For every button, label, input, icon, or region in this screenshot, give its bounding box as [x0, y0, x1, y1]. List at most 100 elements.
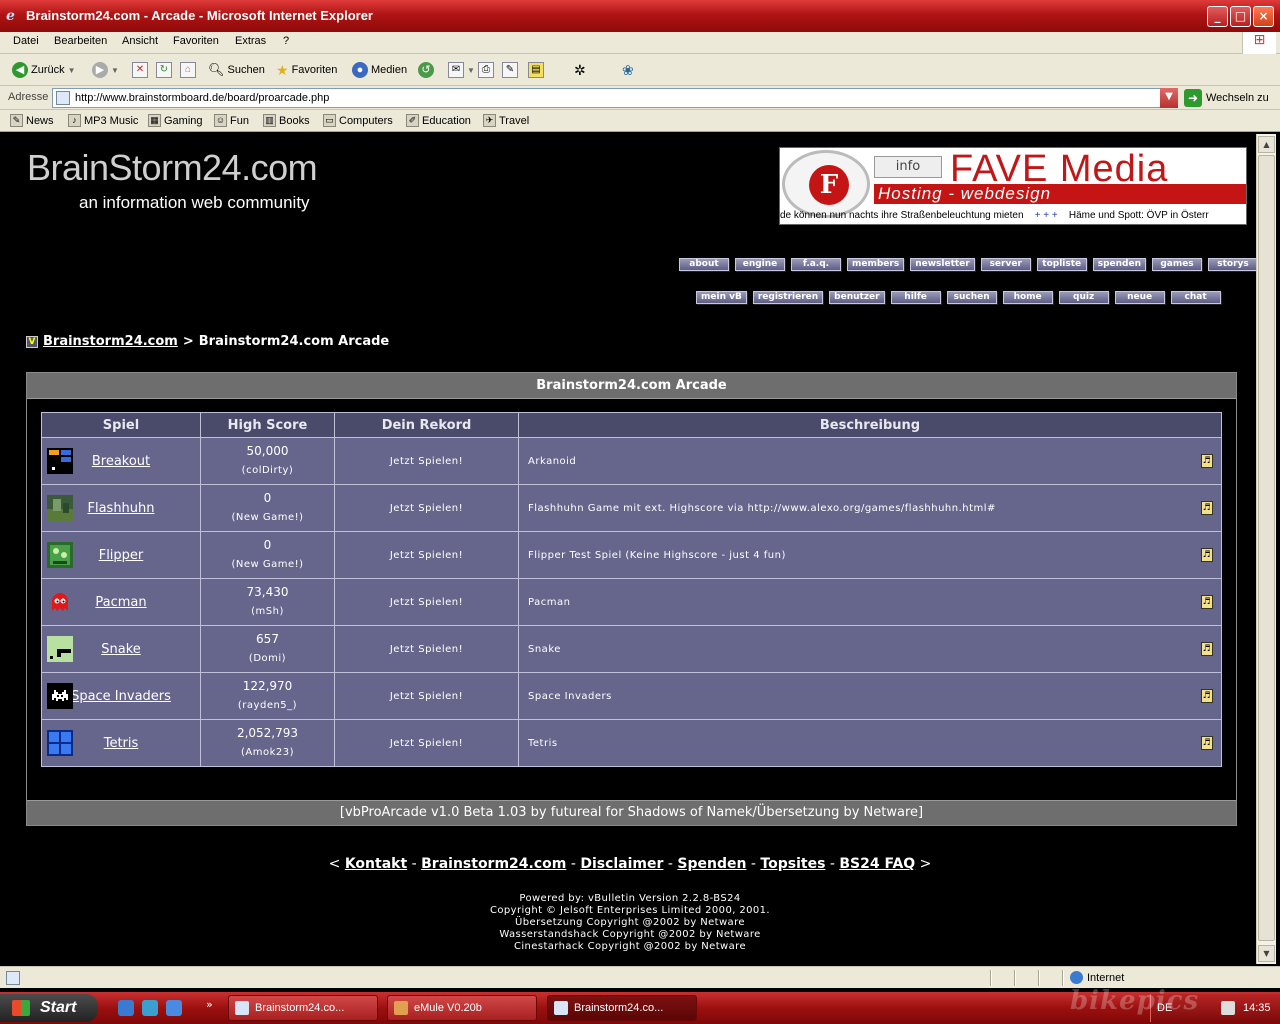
game-link-snake[interactable]: Snake: [101, 642, 141, 657]
menu-help[interactable]: ?: [283, 35, 289, 47]
go-button[interactable]: ➜ Wechseln zu: [1184, 89, 1269, 107]
address-url[interactable]: http://www.brainstormboard.de/board/proa…: [75, 92, 329, 104]
nav-suchen-button[interactable]: suchen: [946, 291, 997, 304]
snake-icon[interactable]: [47, 636, 73, 662]
taskbar-brainstorm-window-1[interactable]: Brainstorm24.co...: [228, 995, 378, 1021]
mail-dropdown-icon[interactable]: ▼: [467, 66, 475, 75]
menu-bearbeiten[interactable]: Bearbeiten: [54, 35, 107, 47]
flashhuhn-icon[interactable]: [47, 495, 73, 521]
nav-benutzer-button[interactable]: benutzer: [829, 291, 885, 304]
nav-home-button[interactable]: home: [1002, 291, 1053, 304]
highscore-list-icon[interactable]: ♬: [1201, 689, 1213, 703]
flipper-icon[interactable]: [47, 542, 73, 568]
close-button[interactable]: ×: [1253, 6, 1274, 27]
game-link-flipper[interactable]: Flipper: [99, 548, 144, 563]
stop-button[interactable]: ✕: [132, 61, 148, 79]
media-button[interactable]: ● Medien: [352, 61, 407, 79]
nav-registrieren-button[interactable]: registrieren: [752, 291, 824, 304]
print-button[interactable]: ⎙: [478, 61, 494, 79]
pacman-ghost-icon[interactable]: [47, 589, 73, 615]
back-dropdown-icon[interactable]: ▼: [68, 66, 76, 75]
history-button[interactable]: ↺: [418, 61, 434, 79]
nav-about-button[interactable]: about: [679, 258, 729, 271]
footer-link-spenden[interactable]: Spenden: [677, 856, 746, 872]
highscore-list-icon[interactable]: ♬: [1201, 454, 1213, 468]
game-link-space-invaders[interactable]: Space Invaders: [71, 689, 171, 704]
game-link-tetris[interactable]: Tetris: [104, 736, 139, 751]
space-invader-icon[interactable]: [47, 683, 73, 709]
banner-news-ticker[interactable]: de können nun nachts ihre Straßenbeleuch…: [780, 210, 1246, 224]
banner-info-button[interactable]: info: [874, 156, 942, 178]
footer-link-topsites[interactable]: Topsites: [760, 856, 825, 872]
clock[interactable]: 14:35: [1243, 1002, 1271, 1014]
nav-neue-button[interactable]: neue: [1114, 291, 1165, 304]
scroll-up-button[interactable]: ▲: [1258, 136, 1275, 153]
link-travel[interactable]: ✈ Travel: [483, 114, 529, 127]
address-dropdown-button[interactable]: ▼: [1160, 88, 1178, 108]
nav-topliste-button[interactable]: topliste: [1036, 258, 1087, 271]
quicklaunch-desktop-icon[interactable]: [118, 1000, 134, 1016]
nav-server-button[interactable]: server: [980, 258, 1031, 271]
breadcrumb-home-link[interactable]: Brainstorm24.com: [43, 334, 178, 349]
game-link-flashhuhn[interactable]: Flashhuhn: [87, 501, 154, 516]
game-link-breakout[interactable]: Breakout: [92, 454, 150, 469]
highscore-list-icon[interactable]: ♬: [1201, 642, 1213, 656]
nav-quiz-button[interactable]: quiz: [1058, 291, 1109, 304]
quicklaunch-messenger-icon[interactable]: [142, 1000, 158, 1016]
nav-chat-button[interactable]: chat: [1170, 291, 1221, 304]
link-education[interactable]: ✐ Education: [406, 114, 471, 127]
menu-ansicht[interactable]: Ansicht: [122, 35, 158, 47]
home-button[interactable]: ⌂: [180, 61, 196, 79]
quicklaunch-more-icon[interactable]: »: [206, 998, 213, 1011]
footer-link-disclaimer[interactable]: Disclaimer: [580, 856, 663, 872]
menu-favoriten[interactable]: Favoriten: [173, 35, 219, 47]
highscore-list-icon[interactable]: ♬: [1201, 736, 1213, 750]
taskbar-emule-window[interactable]: eMule V0.20b: [387, 995, 537, 1021]
nav-mein-vb-button[interactable]: mein vB: [696, 291, 747, 304]
play-now-link[interactable]: Jetzt Spielen!: [334, 437, 519, 485]
link-news[interactable]: ✎ News: [10, 114, 54, 127]
nav-games-button[interactable]: games: [1152, 258, 1202, 271]
minimize-button[interactable]: _: [1207, 6, 1228, 27]
forward-dropdown-icon[interactable]: ▼: [111, 66, 119, 75]
footer-link-kontakt[interactable]: Kontakt: [345, 856, 407, 872]
menu-datei[interactable]: Datei: [13, 35, 39, 47]
messenger-button[interactable]: ✲: [574, 61, 586, 79]
play-now-link[interactable]: Jetzt Spielen!: [334, 719, 519, 767]
highscore-list-icon[interactable]: ♬: [1201, 501, 1213, 515]
taskbar-brainstorm-window-2[interactable]: Brainstorm24.co...: [547, 995, 697, 1021]
play-now-link[interactable]: Jetzt Spielen!: [334, 484, 519, 532]
extension-button[interactable]: ❀: [622, 61, 634, 79]
favorites-button[interactable]: ★ Favoriten: [276, 61, 337, 79]
vertical-scrollbar[interactable]: ▲ ▼: [1256, 134, 1276, 964]
discuss-button[interactable]: ▤: [528, 61, 544, 79]
start-button[interactable]: Start: [0, 994, 98, 1022]
fave-media-banner[interactable]: F info FAVE Media Hosting - webdesign de…: [779, 147, 1247, 225]
search-button[interactable]: 🔍︎ Suchen: [208, 61, 265, 79]
tray-app-icon[interactable]: [1221, 1001, 1235, 1015]
play-now-link[interactable]: Jetzt Spielen!: [334, 625, 519, 673]
link-mp3-music[interactable]: ♪ MP3 Music: [68, 114, 138, 127]
link-fun[interactable]: ☺ Fun: [214, 114, 249, 127]
back-button[interactable]: ◀ Zurück ▼: [12, 61, 76, 79]
play-now-link[interactable]: Jetzt Spielen!: [334, 531, 519, 579]
nav-engine-button[interactable]: engine: [735, 258, 785, 271]
nav-spenden-button[interactable]: spenden: [1092, 258, 1146, 271]
scroll-thumb[interactable]: [1258, 155, 1275, 941]
mail-button[interactable]: ✉ ▼: [448, 61, 475, 79]
nav-faq-button[interactable]: f.a.q.: [791, 258, 841, 271]
link-computers[interactable]: ▭ Computers: [323, 114, 393, 127]
maximize-button[interactable]: □: [1230, 6, 1251, 27]
forward-button[interactable]: ▶ ▼: [92, 61, 119, 79]
site-logo-title[interactable]: BrainStorm24.com: [27, 147, 318, 189]
link-gaming[interactable]: ▦ Gaming: [148, 114, 203, 127]
quicklaunch-ie-icon[interactable]: [166, 1000, 182, 1016]
refresh-button[interactable]: ↻: [156, 61, 172, 79]
breakout-icon[interactable]: [47, 448, 73, 474]
play-now-link[interactable]: Jetzt Spielen!: [334, 578, 519, 626]
highscore-list-icon[interactable]: ♬: [1201, 595, 1213, 609]
address-field[interactable]: http://www.brainstormboard.de/board/proa…: [52, 88, 1178, 108]
play-now-link[interactable]: Jetzt Spielen!: [334, 672, 519, 720]
scroll-down-button[interactable]: ▼: [1258, 945, 1275, 962]
footer-link-bs24-faq[interactable]: BS24 FAQ: [839, 856, 915, 872]
